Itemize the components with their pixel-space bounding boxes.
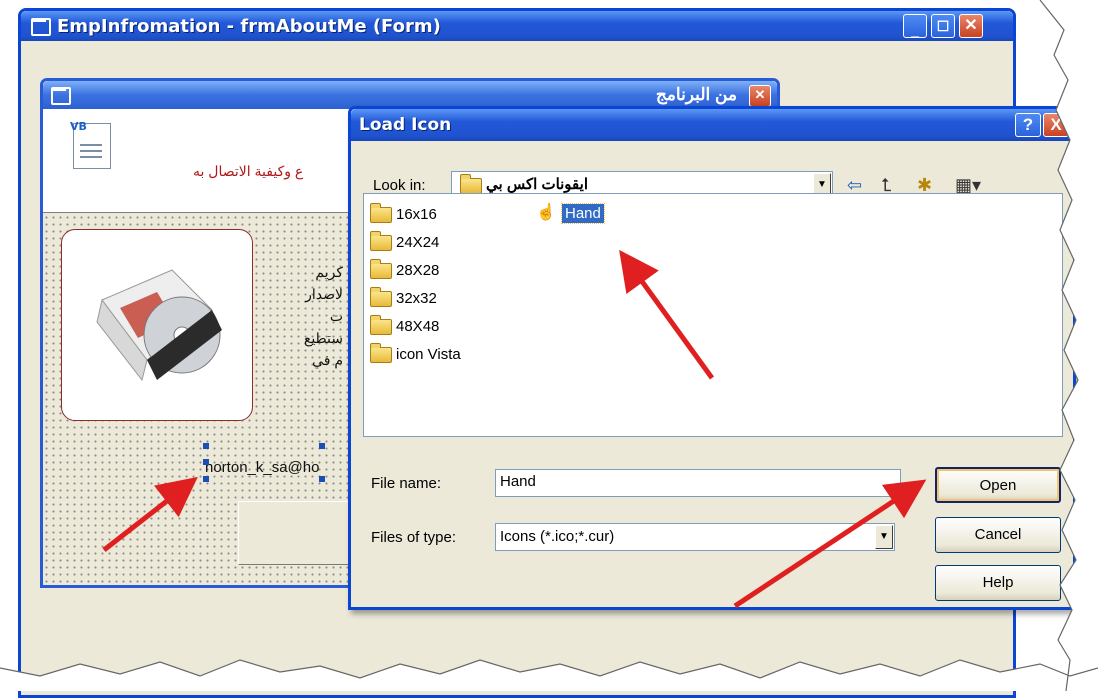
torn-edge-border — [0, 0, 1098, 691]
